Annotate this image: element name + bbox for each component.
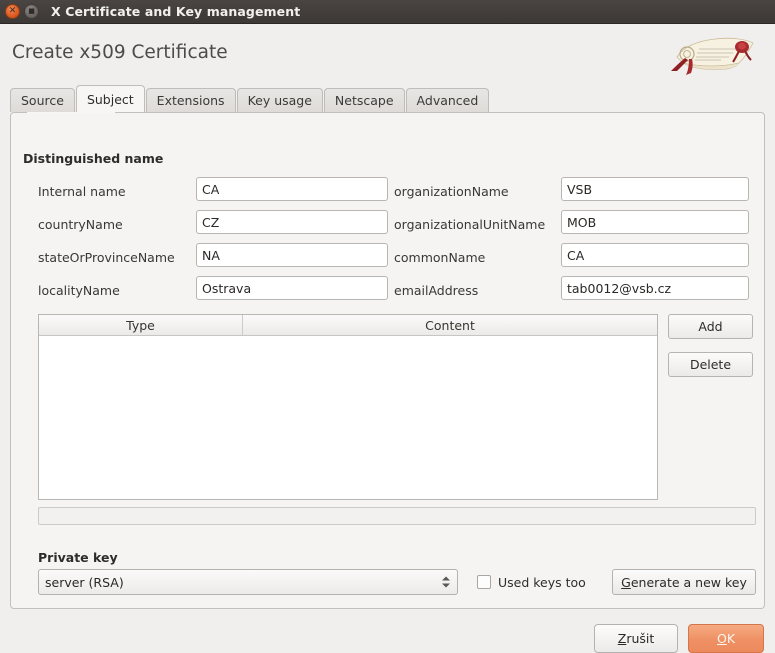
- chevron-updown-icon[interactable]: [442, 576, 450, 588]
- cancel-button[interactable]: Zrušit: [594, 624, 678, 653]
- certificate-scroll-logo: [671, 37, 754, 75]
- organizational-unit-name-input[interactable]: [561, 210, 749, 234]
- private-key-selected-value: server (RSA): [45, 574, 124, 590]
- column-header-content[interactable]: Content: [243, 315, 657, 335]
- close-icon[interactable]: ✕: [5, 4, 20, 19]
- label-organizational-unit-name: organizationalUnitName: [394, 217, 546, 232]
- subject-tab-panel: Distinguished name Internal name country…: [10, 112, 765, 609]
- table-body[interactable]: [39, 336, 657, 499]
- ok-mnemonic: O: [716, 631, 727, 646]
- email-address-input[interactable]: [561, 276, 749, 300]
- private-key-select[interactable]: server (RSA): [38, 569, 458, 595]
- label-organization-name: organizationName: [394, 184, 509, 199]
- maximize-icon[interactable]: ■: [24, 4, 39, 19]
- tab-source[interactable]: Source: [10, 88, 75, 112]
- tab-netscape[interactable]: Netscape: [323, 88, 405, 112]
- distinguished-name-heading: Distinguished name: [23, 151, 164, 166]
- private-key-heading: Private key: [38, 550, 118, 565]
- used-keys-too-checkbox-group[interactable]: Used keys too: [477, 569, 586, 595]
- label-common-name: commonName: [394, 250, 486, 265]
- tab-bar[interactable]: Source Subject Extensions Key usage Nets…: [10, 85, 490, 112]
- generate-new-key-button[interactable]: Generate a new key: [612, 569, 756, 595]
- used-keys-too-label: Used keys too: [498, 574, 586, 590]
- tab-subject[interactable]: Subject: [75, 85, 145, 112]
- internal-name-input[interactable]: [196, 177, 388, 201]
- column-header-type[interactable]: Type: [39, 315, 243, 335]
- ok-button[interactable]: OK: [688, 624, 764, 653]
- horizontal-scroll-strip[interactable]: [38, 507, 756, 525]
- page-title: Create x509 Certificate: [12, 42, 228, 63]
- used-keys-too-checkbox[interactable]: [477, 575, 491, 589]
- extra-attributes-table[interactable]: Type Content: [38, 314, 658, 500]
- tab-advanced[interactable]: Advanced: [405, 88, 490, 112]
- create-certificate-dialog: Create x509 Certificate Source Subject E…: [0, 24, 775, 653]
- window-title: X Certificate and Key management: [51, 4, 301, 19]
- table-header-row: Type Content: [39, 315, 657, 336]
- ok-label-rest: K: [726, 631, 736, 646]
- label-email-address: emailAddress: [394, 283, 479, 298]
- close-glyph: ✕: [8, 6, 17, 16]
- organization-name-input[interactable]: [561, 177, 749, 201]
- label-locality-name: localityName: [38, 283, 120, 298]
- tab-key-usage[interactable]: Key usage: [236, 88, 323, 112]
- state-or-province-name-input[interactable]: [196, 243, 388, 267]
- label-country-name: countryName: [38, 217, 123, 232]
- generate-mnemonic: G: [621, 574, 631, 590]
- label-internal-name: Internal name: [38, 184, 126, 199]
- generate-label-rest: enerate a new key: [630, 574, 747, 590]
- delete-button[interactable]: Delete: [668, 352, 753, 377]
- tab-extensions[interactable]: Extensions: [145, 88, 236, 112]
- locality-name-input[interactable]: [196, 276, 388, 300]
- add-button[interactable]: Add: [668, 314, 753, 339]
- maximize-glyph: ■: [28, 7, 35, 15]
- label-state-or-province-name: stateOrProvinceName: [38, 250, 175, 265]
- window-titlebar: ✕ ■ X Certificate and Key management: [0, 0, 775, 24]
- country-name-input[interactable]: [196, 210, 388, 234]
- cancel-label-rest: rušit: [626, 631, 655, 646]
- common-name-input[interactable]: [561, 243, 749, 267]
